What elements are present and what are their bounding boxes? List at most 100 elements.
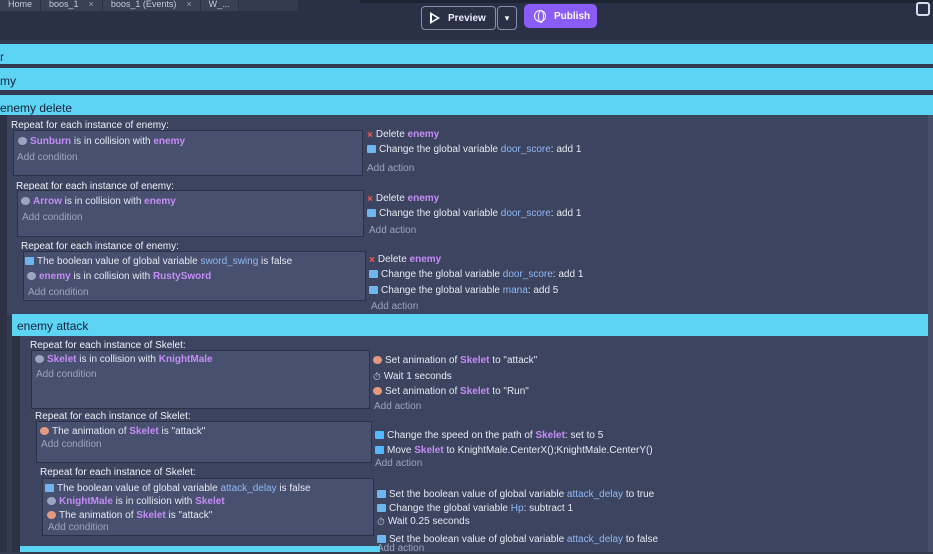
group-header[interactable]: my — [0, 68, 933, 90]
group-header-enemy-attack[interactable]: enemy attack — [12, 314, 933, 336]
global-variable-icon — [377, 490, 386, 498]
editor-tabs: Home boos_1 × boos_1 (Events) × W_... — [0, 0, 299, 11]
tab-label: W_... — [208, 0, 230, 9]
publish-button[interactable]: Publish — [524, 4, 597, 28]
action-text: Change the speed on the path of — [387, 430, 536, 441]
close-icon[interactable]: × — [89, 0, 94, 9]
global-variable-icon — [367, 209, 376, 217]
collision-icon — [18, 137, 27, 145]
action-row[interactable]: Change the global variable door_score: a… — [367, 208, 581, 219]
object-name: KnightMale — [158, 354, 213, 365]
collision-icon — [35, 355, 44, 363]
group-title: enemy delete — [0, 101, 73, 115]
object-name: Sunburn — [30, 136, 72, 147]
action-row[interactable]: × Delete enemy — [367, 193, 439, 205]
wait-icon: ⏱ — [373, 372, 381, 383]
add-condition-link[interactable]: Add condition — [41, 439, 102, 450]
action-row[interactable]: × Delete enemy — [369, 254, 441, 266]
group-title: my — [0, 74, 16, 88]
action-row[interactable]: Set the boolean value of global variable… — [377, 489, 654, 500]
action-text: to "Run" — [489, 386, 529, 397]
variable-name: attack_delay — [220, 483, 277, 494]
action-text: Change the global variable — [381, 285, 503, 296]
object-name: Skelet — [129, 426, 159, 437]
object-name: Skelet — [460, 386, 490, 397]
tab-other[interactable]: W_... — [200, 0, 239, 11]
variable-name: mana — [502, 285, 528, 296]
add-action-link[interactable]: Add action — [374, 401, 421, 412]
action-row[interactable]: Change the speed on the path of Skelet: … — [375, 430, 603, 441]
object-name: Skelet — [47, 354, 77, 365]
action-row[interactable]: Set animation of Skelet to "Run" — [373, 386, 529, 397]
action-row[interactable]: Change the global variable door_score: a… — [369, 269, 583, 280]
delete-icon: × — [367, 130, 373, 141]
add-condition-link[interactable]: Add condition — [48, 522, 109, 533]
condition-row[interactable]: enemy is in collision with RustySword — [27, 271, 211, 282]
action-row[interactable]: Change the global variable door_score: a… — [367, 144, 581, 155]
animation-icon — [373, 387, 382, 395]
variable-name: door_score — [500, 144, 551, 155]
delete-icon: × — [367, 194, 373, 205]
action-text: Change the global variable — [379, 208, 501, 219]
condition-row[interactable]: The boolean value of global variable swo… — [25, 256, 292, 267]
group-header[interactable] — [20, 546, 380, 552]
action-text: Delete — [375, 193, 408, 204]
variable-name: door_score — [502, 269, 553, 280]
condition-text: is in collision with — [70, 271, 153, 282]
object-name: KnightMale — [59, 496, 113, 507]
global-variable-icon — [45, 484, 54, 492]
global-variable-icon — [369, 270, 378, 278]
add-condition-link[interactable]: Add condition — [17, 152, 78, 163]
add-action-link[interactable]: Add action — [371, 301, 418, 312]
add-action-link[interactable]: Add action — [369, 225, 416, 236]
group-header-enemy-delete[interactable]: enemy delete — [0, 95, 933, 115]
action-text: Wait 0.25 seconds — [387, 516, 470, 527]
action-row[interactable]: Change the global variable Hp: subtract … — [377, 503, 573, 514]
object-name: Skelet — [195, 496, 225, 507]
action-row[interactable]: × Delete enemy — [367, 129, 439, 141]
group-header[interactable]: r — [0, 44, 933, 64]
tab-blank[interactable] — [238, 0, 299, 11]
add-condition-link[interactable]: Add condition — [22, 212, 83, 223]
delete-icon: × — [369, 255, 375, 266]
settings-icon[interactable] — [916, 2, 930, 16]
tab-boos1-events[interactable]: boos_1 (Events) × — [102, 0, 201, 11]
tab-home[interactable]: Home — [0, 0, 42, 11]
action-text: Change the global variable — [381, 269, 503, 280]
action-row[interactable]: Set animation of Skelet to "attack" — [373, 355, 537, 366]
condition-text: is "attack" — [165, 510, 213, 521]
action-text: : add 1 — [550, 144, 582, 155]
publish-label: Publish — [554, 10, 591, 22]
play-icon — [430, 12, 440, 24]
action-text: to true — [623, 489, 655, 500]
object-name: enemy — [39, 271, 71, 282]
condition-row[interactable]: Arrow is in collision with enemy — [21, 196, 176, 207]
add-action-link[interactable]: Add action — [377, 543, 424, 554]
condition-row[interactable]: The boolean value of global variable att… — [45, 483, 311, 494]
condition-row[interactable]: The animation of Skelet is "attack" — [47, 510, 212, 521]
action-text: Wait 1 seconds — [383, 371, 452, 382]
preview-button[interactable]: Preview — [421, 6, 496, 30]
action-row[interactable]: Move Skelet to KnightMale.CenterX();Knig… — [375, 445, 653, 456]
indent-stripe — [0, 115, 7, 552]
condition-row[interactable]: Sunburn is in collision with enemy — [18, 136, 185, 147]
condition-text: is in collision with — [112, 496, 196, 507]
condition-row[interactable]: Skelet is in collision with KnightMale — [35, 354, 213, 365]
action-text: Change the global variable — [379, 144, 501, 155]
action-row[interactable]: Change the global variable mana: add 5 — [369, 285, 558, 296]
add-action-link[interactable]: Add action — [367, 163, 414, 174]
condition-row[interactable]: The animation of Skelet is "attack" — [40, 426, 205, 437]
object-name: enemy — [409, 254, 442, 265]
add-action-link[interactable]: Add action — [375, 458, 422, 469]
condition-row[interactable]: KnightMale is in collision with Skelet — [47, 496, 225, 507]
action-row[interactable]: ⏱ Wait 1 seconds — [373, 371, 452, 383]
action-row[interactable]: ⏱ Wait 0.25 seconds — [377, 516, 470, 528]
add-condition-link[interactable]: Add condition — [28, 287, 89, 298]
tab-boos1[interactable]: boos_1 × — [41, 0, 103, 11]
action-text: : add 1 — [552, 269, 584, 280]
condition-text: is false — [258, 256, 293, 267]
add-condition-link[interactable]: Add condition — [36, 369, 97, 380]
close-icon[interactable]: × — [186, 0, 191, 9]
scrollbar[interactable] — [928, 115, 933, 552]
preview-dropdown-button[interactable]: ▾ — [497, 6, 517, 30]
